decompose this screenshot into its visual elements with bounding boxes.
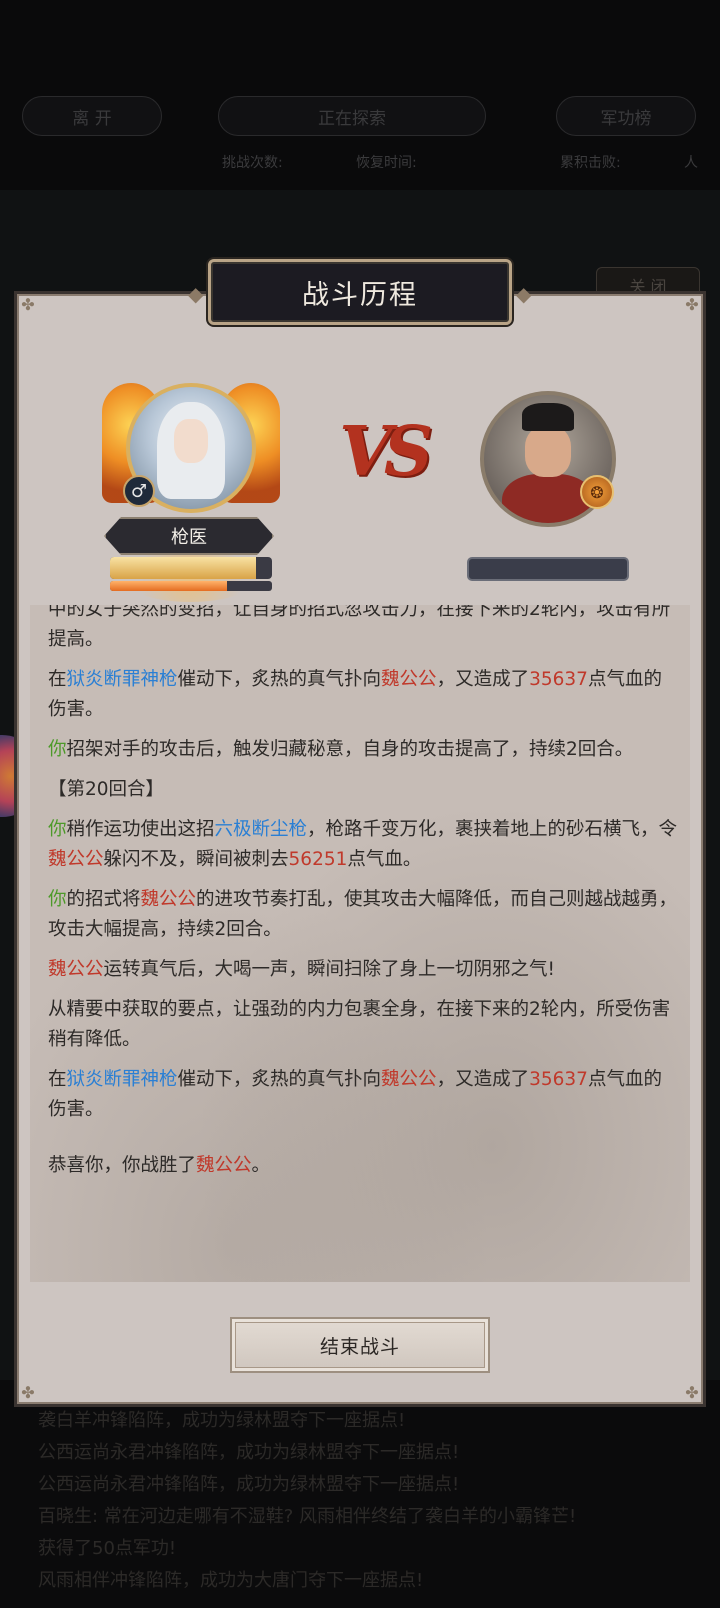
- log-entry: 你的招式将魏公公的进攻节奏打乱，使其攻击大幅降低，而自己则越战越勇，攻击大幅提高…: [48, 885, 678, 945]
- log-text-segment: 恭喜你，你战胜了: [48, 1155, 197, 1176]
- enemy-or-damage: 35637: [529, 1069, 588, 1090]
- log-text-segment: 点气血。: [347, 849, 422, 870]
- battle-log-text: 中的女子突然的变招，让自身的招式忽攻击力，在接下来的2轮内，攻击有所提高。 在狱炎…: [48, 605, 678, 1191]
- log-text-segment: 从精要中获取的要点，让强劲的内力包裹全身，在接下来的2轮内，所受伤害稍有降低。: [48, 999, 671, 1050]
- log-entry: 中的女子突然的变招，让自身的招式忽攻击力，在接下来的2轮内，攻击有所提高。: [48, 605, 678, 655]
- log-text-segment: 催动下，炙热的真气扑向: [177, 669, 382, 690]
- player-energy-fill: [110, 581, 227, 591]
- background-chat-log: 袭白羊冲锋陷阵，成功为绿林盟夺下一座据点! 公西运尚永君冲锋陷阵，成功为绿林盟夺下…: [38, 1405, 698, 1597]
- challenge-count-label: 挑战次数:: [222, 155, 283, 171]
- log-entry: 恭喜你，你战胜了魏公公。: [48, 1151, 678, 1181]
- log-text-segment: ，又造成了: [436, 669, 530, 690]
- log-text-segment: ，枪路千变万化，裹挟着地上的砂石横飞，令: [307, 819, 678, 840]
- log-text-segment: 招架对手的攻击后，触发归藏秘意，自身的攻击提高了，持续2回合。: [66, 739, 634, 760]
- total-kills-label: 累积击败:: [560, 155, 621, 171]
- log-text-segment: 【第20回合】: [48, 779, 165, 800]
- skill-name: 六极断尘枪: [214, 819, 308, 840]
- background-log-line: 袭白羊冲锋陷阵，成功为绿林盟夺下一座据点!: [38, 1410, 406, 1431]
- background-header: 离 开 正在探索 军功榜 挑战次数: 恢复时间: 累积击败: 人: [0, 0, 720, 190]
- end-battle-button[interactable]: 结束战斗: [230, 1317, 490, 1373]
- log-entry: 你稍作运功使出这招六极断尘枪，枪路千变万化，裹挟着地上的砂石横飞，令魏公公躲闪不…: [48, 815, 678, 875]
- log-entry: 你招架对手的攻击后，触发归藏秘意，自身的攻击提高了，持续2回合。: [48, 735, 678, 765]
- log-entry: 在狱炎断罪神枪催动下，炙热的真气扑向魏公公，又造成了35637点气血的伤害。: [48, 1065, 678, 1125]
- corner-ornament-icon: ✤: [21, 1383, 35, 1402]
- log-text-segment: 在: [48, 669, 67, 690]
- player-ref: 你: [48, 739, 67, 760]
- player-name: 枪医: [104, 517, 274, 555]
- kills-unit: 人: [684, 155, 698, 171]
- skill-name: 狱炎断罪神枪: [66, 669, 178, 690]
- background-log-line: 获得了50点军功!: [38, 1538, 177, 1559]
- log-text-segment: 在: [48, 1069, 67, 1090]
- enemy-or-damage: 魏公公: [381, 1069, 437, 1090]
- log-text-segment: 躲闪不及，瞬间被刺去: [103, 849, 289, 870]
- player-ref: 你: [48, 889, 67, 910]
- background-log-line: 风雨相伴冲锋陷阵，成功为大唐门夺下一座据点!: [38, 1570, 424, 1591]
- enemy-or-damage: 魏公公: [381, 669, 437, 690]
- log-entry: 从精要中获取的要点，让强劲的内力包裹全身，在接下来的2轮内，所受伤害稍有降低。: [48, 995, 678, 1055]
- log-text-segment: 催动下，炙热的真气扑向: [177, 1069, 382, 1090]
- enemy-or-damage: 魏公公: [196, 1155, 252, 1176]
- exploring-status: 正在探索: [218, 96, 486, 136]
- rank-button: 军功榜: [556, 96, 696, 136]
- vs-emblem: VS: [339, 412, 433, 492]
- log-text-segment: 的招式将: [66, 889, 141, 910]
- enemy-rank-badge-icon: ❂: [580, 475, 614, 509]
- battle-log[interactable]: 中的女子突然的变招，让自身的招式忽攻击力，在接下来的2轮内，攻击有所提高。 在狱炎…: [30, 605, 690, 1282]
- title-ornament-icon: ◆: [188, 282, 204, 306]
- player-hp-fill: [110, 557, 256, 579]
- log-text-segment: ，又造成了: [436, 1069, 530, 1090]
- enemy-or-damage: 56251: [288, 849, 348, 870]
- enemy-hp-bar: [467, 557, 629, 581]
- leave-button: 离 开: [22, 96, 162, 136]
- recover-time-label: 恢复时间:: [356, 155, 417, 171]
- log-text-segment: 。: [251, 1155, 271, 1176]
- enemy-or-damage: 35637: [529, 669, 588, 690]
- log-text-segment: 运转真气后，大喝一声，瞬间扫除了身上一切阴邪之气!: [103, 959, 555, 980]
- enemy-or-damage: 魏公公: [48, 959, 104, 980]
- background-log-line: 公西运尚永君冲锋陷阵，成功为绿林盟夺下一座据点!: [38, 1442, 460, 1463]
- log-text-segment: 中的女子突然的变招，让自身的招式忽攻击力，在接下来的2轮内，: [48, 605, 597, 620]
- corner-ornament-icon: ✤: [685, 1383, 699, 1402]
- player-hp-bar: [110, 557, 272, 579]
- log-entry: 在狱炎断罪神枪催动下，炙热的真气扑向魏公公，又造成了35637点气血的伤害。: [48, 665, 678, 725]
- round-header: 【第20回合】: [48, 775, 678, 805]
- male-gender-icon: ♂: [123, 475, 155, 507]
- log-spacer: [48, 1135, 678, 1141]
- dialog-title: 战斗历程: [208, 259, 512, 325]
- enemy-or-damage: 魏公公: [140, 889, 197, 910]
- background-log-line: 百晓生: 常在河边走哪有不湿鞋? 风雨相伴终结了袭白羊的小霸锋芒!: [38, 1506, 577, 1527]
- corner-ornament-icon: ✤: [21, 295, 35, 314]
- corner-ornament-icon: ✤: [685, 295, 699, 314]
- log-text-segment: 稍作运功使出这招: [66, 819, 215, 840]
- player-energy-bar: [110, 581, 272, 591]
- title-ornament-icon: ◆: [516, 282, 532, 306]
- enemy-or-damage: 魏公公: [48, 849, 104, 870]
- player-ref: 你: [48, 819, 67, 840]
- background-log-line: 公西运尚永君冲锋陷阵，成功为绿林盟夺下一座据点!: [38, 1474, 460, 1495]
- skill-name: 狱炎断罪神枪: [66, 1069, 178, 1090]
- log-entry: 魏公公运转真气后，大喝一声，瞬间扫除了身上一切阴邪之气!: [48, 955, 678, 985]
